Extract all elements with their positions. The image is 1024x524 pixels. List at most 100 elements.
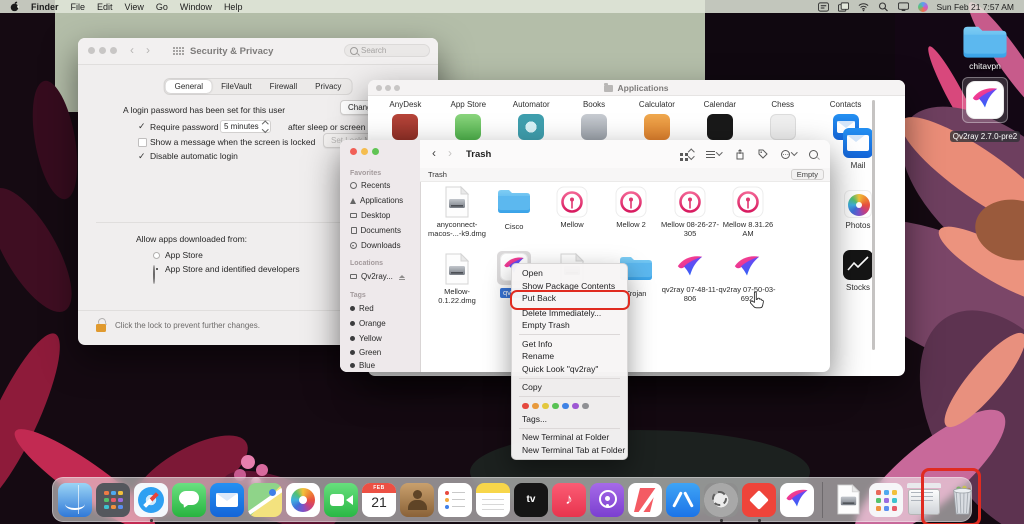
menu-view[interactable]: View [125, 2, 144, 12]
sidebar-item-documents[interactable]: Documents [350, 226, 401, 235]
tag-color-orange[interactable] [532, 403, 539, 410]
menu-item-empty-trash[interactable]: Empty Trash [512, 319, 627, 332]
tag-color-red[interactable] [522, 403, 529, 410]
tab-firewall[interactable]: Firewall [261, 80, 307, 93]
app-label-contacts[interactable]: Contacts [814, 100, 877, 109]
dock-item-facetime[interactable] [324, 483, 358, 517]
interval-select[interactable]: 5 minutes [220, 120, 271, 133]
dock-item-messages[interactable] [172, 483, 206, 517]
show-all-icon[interactable] [173, 47, 175, 49]
menu-file[interactable]: File [71, 2, 86, 12]
sidebar-tag-red[interactable]: Red [350, 304, 374, 313]
app-icon[interactable] [644, 114, 670, 140]
apple-menu-icon[interactable] [10, 1, 19, 12]
close-button[interactable] [88, 47, 95, 54]
file-mellow-2[interactable]: Mellow 2 [602, 186, 660, 229]
file-qv2ray-0748[interactable]: qv2ray 07-48-11-806 [661, 253, 719, 303]
zoom-button[interactable] [110, 47, 117, 54]
dock-item-tv[interactable]: tv [514, 483, 548, 517]
radio-app-store[interactable] [153, 252, 160, 259]
sidebar-item-recents[interactable]: Recents [350, 181, 390, 190]
tab-filevault[interactable]: FileVault [212, 80, 261, 93]
app-icon[interactable] [770, 114, 796, 140]
empty-trash-button[interactable]: Empty [791, 169, 824, 180]
dock-item-music[interactable]: ♪ [552, 483, 586, 517]
menu-item-copy[interactable]: Copy [512, 381, 627, 394]
dock-item-contacts[interactable] [400, 483, 434, 517]
file-mellow-dmg[interactable]: Mellow-0.1.22.dmg [428, 253, 486, 305]
app-icon[interactable] [707, 114, 733, 140]
dock-item-system-preferences[interactable] [704, 483, 738, 517]
file-mellow[interactable]: Mellow [543, 186, 601, 229]
file-anyconnect-dmg[interactable]: anyconnect-macos-...-k9.dmg [428, 186, 486, 238]
sidebar-item-qv2ray-volume[interactable]: Qv2ray... [350, 272, 405, 281]
dock-item-photos[interactable] [286, 483, 320, 517]
app-label-chess[interactable]: Chess [751, 100, 814, 109]
desktop-icon-chitavpn[interactable]: chitavpn [955, 24, 1015, 71]
close-button[interactable] [350, 148, 357, 155]
app-label-calendar[interactable]: Calendar [688, 100, 751, 109]
app-label-anydesk[interactable]: AnyDesk [374, 100, 437, 109]
dock-item-mail[interactable] [210, 483, 244, 517]
sidebar-tag-yellow[interactable]: Yellow [350, 334, 382, 343]
applications-titlebar[interactable]: Applications [368, 80, 905, 96]
search-field[interactable]: Search [344, 44, 430, 57]
dock-item-safari[interactable] [134, 483, 168, 517]
dock-item-calendar[interactable]: FEB 21 [362, 483, 396, 517]
app-item-mail[interactable]: Mail [828, 128, 888, 170]
app-icon[interactable] [581, 114, 607, 140]
menu-finder[interactable]: Finder [31, 2, 59, 12]
dock-item-launchpad[interactable] [96, 483, 130, 517]
sidebar-tag-green[interactable]: Green [350, 348, 381, 357]
radio-identified-developers[interactable] [153, 265, 155, 284]
zoom-button[interactable] [372, 148, 379, 155]
forward-button[interactable]: › [448, 146, 452, 160]
tag-color-yellow[interactable] [542, 403, 549, 410]
search-icon[interactable] [809, 150, 818, 159]
file-mellow-08-26[interactable]: Mellow 08-26-27-305 [661, 186, 719, 238]
vertical-scrollbar[interactable] [872, 100, 875, 350]
tab-general[interactable]: General [166, 80, 212, 93]
tag-color-gray[interactable] [582, 403, 589, 410]
unlocked-padlock-icon[interactable] [96, 318, 107, 332]
disable-auto-login-check-icon[interactable]: ✓ [138, 152, 146, 160]
sidebar-item-applications[interactable]: Applications [350, 196, 403, 205]
menu-go[interactable]: Go [156, 2, 168, 12]
icon-view-button[interactable] [680, 150, 694, 159]
app-icon[interactable] [392, 114, 418, 140]
dock-item-applications-stack[interactable] [869, 483, 903, 517]
back-button[interactable]: ‹ [432, 146, 436, 160]
show-message-checkbox[interactable] [138, 138, 147, 147]
minimize-button[interactable] [361, 148, 368, 155]
dock-item-qv2ray[interactable] [780, 483, 814, 517]
sidebar-tag-orange[interactable]: Orange [350, 319, 386, 328]
more-actions-button[interactable] [781, 150, 797, 159]
menu-item-quick-look[interactable]: Quick Look "qv2ray" [512, 363, 627, 376]
menu-item-new-terminal-tab[interactable]: New Terminal Tab at Folder [512, 444, 627, 457]
back-button[interactable]: ‹ [130, 43, 134, 57]
group-by-button[interactable] [706, 154, 722, 155]
menu-item-get-info[interactable]: Get Info [512, 338, 627, 351]
file-qv2ray-0750[interactable]: qv2ray 07-50-03-692 [718, 253, 776, 303]
dock-item-notes[interactable] [476, 483, 510, 517]
dock-item-dmg-document[interactable] [831, 483, 865, 517]
display-icon[interactable] [898, 2, 909, 12]
menu-window[interactable]: Window [180, 2, 212, 12]
app-item-photos[interactable]: Photos [828, 190, 888, 230]
app-label-calculator[interactable]: Calculator [626, 100, 689, 109]
dock-item-finder[interactable] [58, 483, 92, 517]
menu-item-tags[interactable]: Tags... [512, 413, 627, 426]
tab-privacy[interactable]: Privacy [306, 80, 350, 93]
eject-icon[interactable] [399, 275, 405, 278]
tag-color-blue[interactable] [562, 403, 569, 410]
tag-icon[interactable] [758, 149, 768, 159]
wifi-icon[interactable] [858, 2, 869, 12]
siri-icon[interactable] [918, 2, 928, 12]
app-icon[interactable] [518, 114, 544, 140]
menu-item-rename[interactable]: Rename [512, 350, 627, 363]
menu-help[interactable]: Help [224, 2, 243, 12]
app-label-automator[interactable]: Automator [500, 100, 563, 109]
file-mellow-831[interactable]: Mellow 8.31.26 AM [719, 186, 777, 238]
finder-toolbar[interactable]: ‹ › Trash [420, 140, 830, 169]
security-titlebar[interactable]: ‹ › Security & Privacy Search [78, 38, 438, 65]
